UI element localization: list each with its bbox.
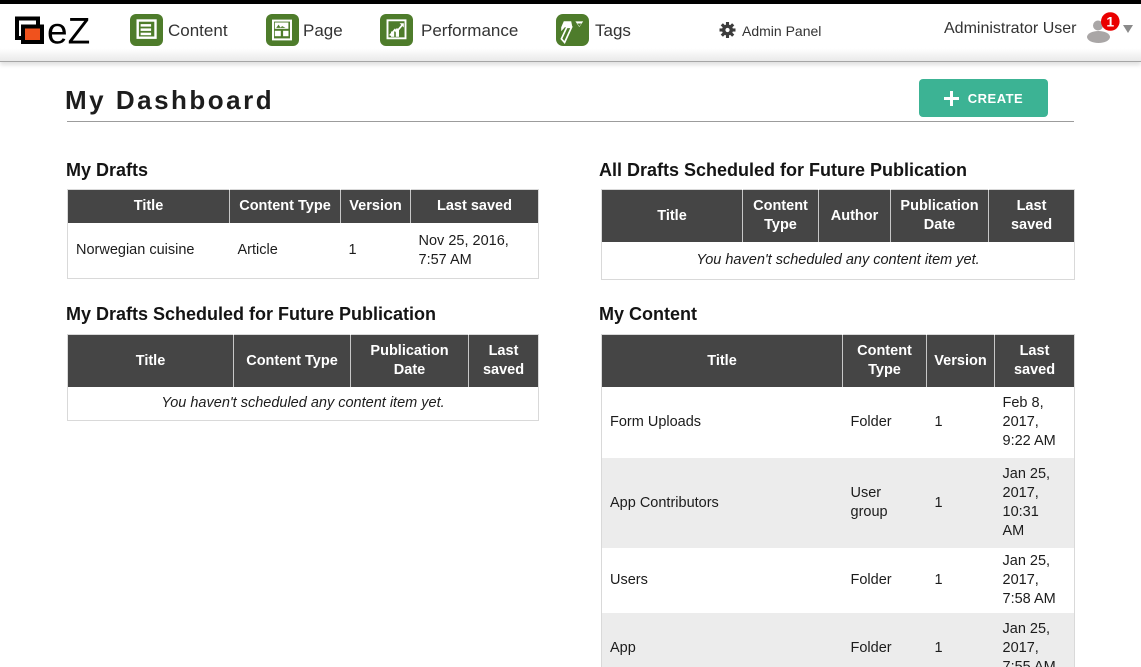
svg-text:eZ: eZ [47,14,90,48]
svg-text:1: 1 [1106,13,1114,29]
